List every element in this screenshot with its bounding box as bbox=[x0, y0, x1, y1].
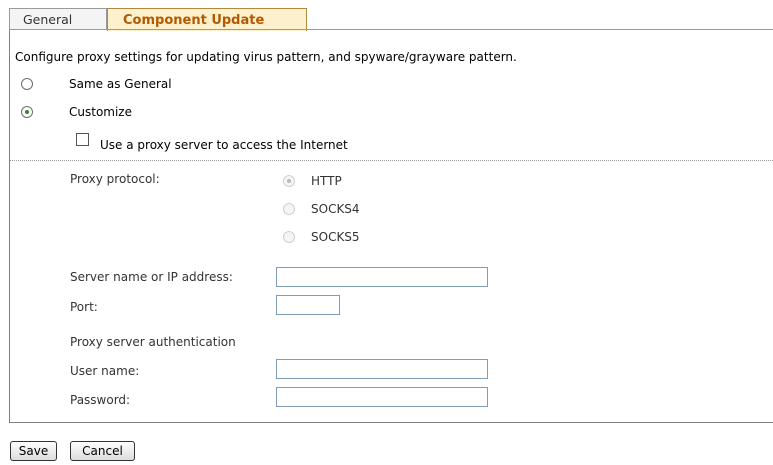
radio-same-as-general[interactable] bbox=[21, 78, 33, 90]
proxy-protocol-label: Proxy protocol: bbox=[70, 172, 160, 186]
label-http: HTTP bbox=[311, 174, 342, 188]
label-socks4: SOCKS4 bbox=[311, 202, 360, 216]
password-label: Password: bbox=[70, 393, 131, 407]
username-input[interactable] bbox=[276, 359, 488, 379]
tab-general[interactable]: General bbox=[9, 8, 107, 30]
cancel-button[interactable]: Cancel bbox=[70, 441, 135, 461]
server-name-input[interactable] bbox=[276, 267, 488, 287]
tab-component-update[interactable]: Component Update bbox=[107, 8, 307, 31]
label-same-as-general: Same as General bbox=[69, 77, 172, 91]
use-proxy-checkbox[interactable] bbox=[76, 133, 89, 146]
save-button[interactable]: Save bbox=[10, 441, 57, 461]
label-socks5: SOCKS5 bbox=[311, 230, 360, 244]
radio-http[interactable] bbox=[283, 175, 295, 187]
radio-customize[interactable] bbox=[21, 106, 33, 118]
port-label: Port: bbox=[70, 300, 98, 314]
section-divider bbox=[10, 160, 773, 161]
server-name-label: Server name or IP address: bbox=[70, 270, 233, 284]
label-customize: Customize bbox=[69, 105, 132, 119]
radio-socks4[interactable] bbox=[283, 203, 295, 215]
username-label: User name: bbox=[70, 364, 140, 378]
description-text: Configure proxy settings for updating vi… bbox=[15, 50, 517, 64]
password-input[interactable] bbox=[276, 387, 488, 407]
tab-bar: General Component Update bbox=[9, 5, 773, 31]
use-proxy-label: Use a proxy server to access the Interne… bbox=[100, 138, 348, 152]
auth-heading: Proxy server authentication bbox=[70, 335, 236, 349]
radio-socks5[interactable] bbox=[283, 231, 295, 243]
port-input[interactable] bbox=[276, 295, 340, 315]
